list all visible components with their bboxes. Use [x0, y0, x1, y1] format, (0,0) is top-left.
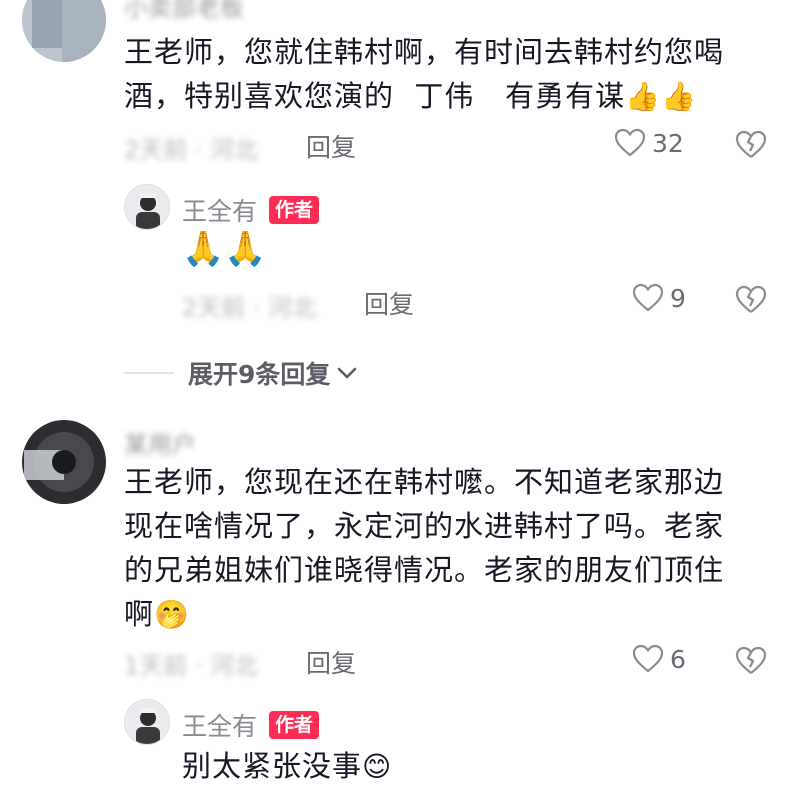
- author-badge-1: 作者: [269, 196, 320, 224]
- comment-meta-2: 1天前 · 河北: [124, 652, 259, 680]
- comment-text-2-line2: 现在啥情况了，永定河的水进韩村了吗。老家: [124, 509, 725, 543]
- like-count-1: 32: [652, 128, 684, 158]
- author-like-button-1[interactable]: 9: [632, 283, 686, 313]
- author-like-count-1: 9: [670, 283, 686, 313]
- reply-button-1[interactable]: 回复: [306, 128, 356, 164]
- comment-text-1-line1: 王老师，您就住韩村啊，有时间去韩村约您喝: [124, 35, 725, 69]
- author-reply-meta-1: 2天前 · 河北: [182, 294, 317, 322]
- comment-text-2-line3: 的兄弟姐妹们谁晓得情况。老家的朋友们顶住: [124, 553, 725, 587]
- comment-text-1-line2: 酒，特别喜欢您演的 丁伟 有勇有谋: [124, 79, 626, 113]
- heart-icon: [614, 128, 646, 157]
- broken-heart-icon: [735, 646, 767, 674]
- thumbs-up-emoji: 👍👍: [625, 80, 697, 113]
- comment-meta-1: 2天前 · 河北: [124, 136, 259, 164]
- author-avatar-1[interactable]: [124, 184, 170, 230]
- author-reply-text-2: 别太紧张没事: [182, 749, 363, 783]
- author-reply-text-2-wrap: 别太紧张没事😊: [182, 744, 392, 789]
- commenter-avatar-2[interactable]: [22, 420, 106, 504]
- comment-text-1-line2-wrap: 酒，特别喜欢您演的 丁伟 有勇有谋👍👍: [124, 74, 784, 119]
- like-button-2[interactable]: 6: [632, 644, 686, 674]
- author-badge-2: 作者: [269, 711, 320, 739]
- heart-icon: [632, 283, 664, 312]
- broken-heart-icon: [735, 130, 767, 158]
- smile-emoji: 😊: [362, 750, 393, 783]
- broken-heart-icon: [735, 285, 767, 313]
- author-reply-text-1: 🙏🙏: [182, 229, 267, 269]
- expand-replies-label[interactable]: 展开9条回复: [188, 355, 330, 391]
- comment-text-1: 王老师，您就住韩村啊，有时间去韩村约您喝 酒，特别喜欢您演的 丁伟 有勇有谋👍👍: [124, 30, 784, 119]
- comment-text-2: 王老师，您现在还在韩村嚒。不知道老家那边 现在啥情况了，永定河的水进韩村了吗。老…: [124, 460, 784, 637]
- heart-icon: [632, 644, 664, 673]
- commenter-avatar-1[interactable]: [22, 0, 106, 62]
- author-reply-button-1[interactable]: 回复: [364, 285, 414, 321]
- reply-button-2[interactable]: 回复: [306, 644, 356, 680]
- author-avatar-2[interactable]: [124, 699, 170, 745]
- author-header-2: 王全有 作者: [182, 707, 320, 743]
- author-name-1[interactable]: 王全有: [182, 192, 257, 228]
- comment-text-2-line1: 王老师，您现在还在韩村嚒。不知道老家那边: [124, 465, 725, 499]
- shy-face-emoji: 🤭: [154, 598, 190, 631]
- author-header-1: 王全有 作者: [182, 192, 320, 228]
- comment-text-2-line4: 啊: [124, 597, 155, 631]
- expand-divider-line: [124, 372, 174, 374]
- dislike-button-1[interactable]: [735, 130, 767, 164]
- dislike-button-2[interactable]: [735, 646, 767, 680]
- author-name-2[interactable]: 王全有: [182, 707, 257, 743]
- comment-text-2-line4-wrap: 啊🤭: [124, 592, 784, 637]
- commenter-username-1[interactable]: 小卖部老板: [124, 0, 244, 23]
- author-dislike-button-1[interactable]: [735, 285, 767, 319]
- like-button-1[interactable]: 32: [614, 128, 684, 158]
- like-count-2: 6: [670, 644, 686, 674]
- commenter-username-2[interactable]: 某用户: [124, 425, 196, 460]
- expand-replies[interactable]: 展开9条回复: [124, 355, 358, 391]
- chevron-down-icon[interactable]: [336, 365, 358, 381]
